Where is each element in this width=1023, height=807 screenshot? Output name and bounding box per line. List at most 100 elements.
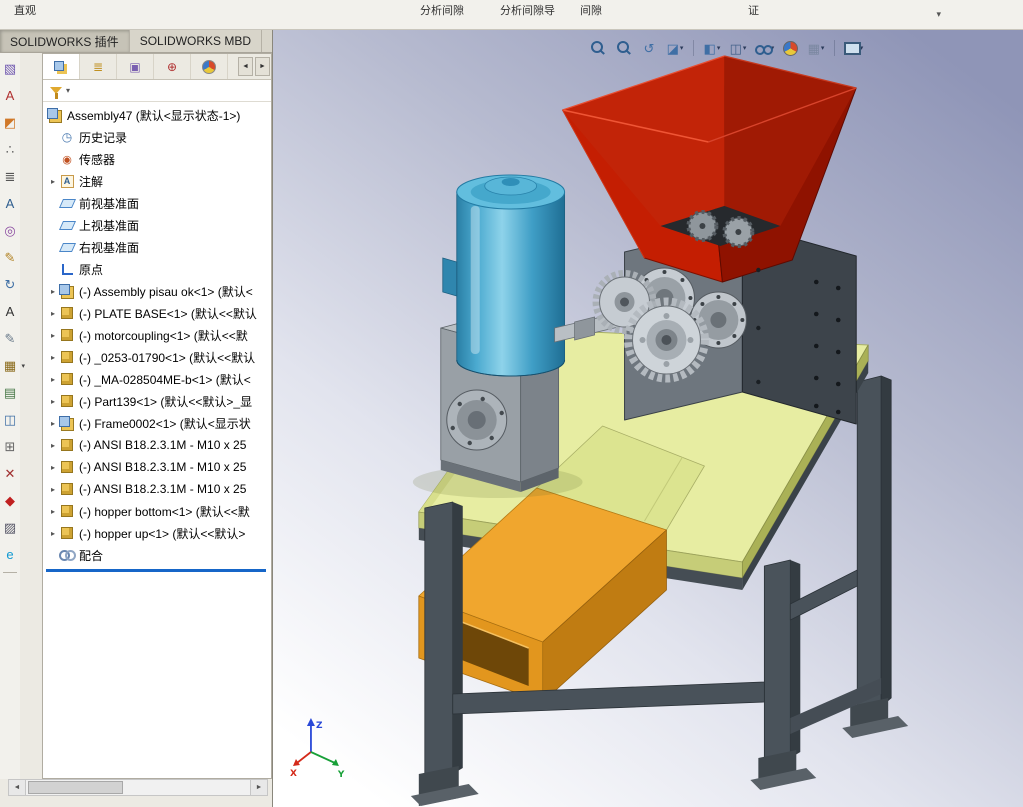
visualize-icon-button[interactable]: ▧ (1, 59, 19, 77)
tree-item[interactable]: ▸(-) _0253-01790<1> (默认<<默认 (43, 346, 271, 368)
tab-solidworks-mbd[interactable]: SOLIDWORKS MBD (130, 30, 262, 52)
tree-root[interactable]: Assembly47 (默认<显示状态-1>) (43, 104, 271, 126)
pencil-icon-button[interactable]: ✎ (1, 329, 19, 347)
tree-item[interactable]: 上视基准面 (43, 214, 271, 236)
filter-dropdown-icon[interactable]: ▾ (66, 86, 70, 95)
tree-item[interactable]: ▸ (-) ANSI B18.2.3.1M - M10 x 25 (43, 478, 271, 500)
ribbon: 直观分析间隙分析间隙导间隙证 ▾ (0, 0, 1023, 30)
tree-item[interactable]: 传感器 (43, 148, 271, 170)
tree-item[interactable]: ▸注解 (43, 170, 271, 192)
expand-arrow-icon[interactable]: ▸ (47, 485, 59, 494)
tree-item[interactable]: ▸(-) Assembly pisau ok<1> (默认< (43, 280, 271, 302)
previous-view-icon[interactable]: ↺ (637, 38, 661, 58)
frame-part[interactable] (857, 376, 891, 712)
tree-hscrollbar[interactable]: ◄ ► (8, 779, 268, 796)
note-icon-button[interactable]: A (1, 194, 19, 212)
expand-arrow-icon[interactable]: ▸ (47, 397, 59, 406)
expand-arrow-icon[interactable]: ▸ (47, 287, 59, 296)
mates-icon (59, 547, 75, 563)
displaymanager-tab[interactable] (191, 54, 228, 79)
motor-part[interactable] (443, 175, 565, 376)
toolbar-divider (3, 572, 17, 573)
dropdown-arrow-icon[interactable]: ▾ (680, 44, 684, 52)
list-icon-button[interactable]: ≣ (1, 167, 19, 185)
hide-show-icon[interactable]: ▾ (752, 38, 776, 58)
scrollbar-track[interactable] (26, 780, 250, 795)
tree-item[interactable]: ▸(-) _MA-028504ME-b<1> (默认< (43, 368, 271, 390)
rollback-bar[interactable] (46, 569, 266, 572)
view-settings-icon[interactable]: ▾ (841, 38, 865, 58)
tree-item[interactable]: ▸(-) hopper bottom<1> (默认<<默 (43, 500, 271, 522)
expand-arrow-icon[interactable]: ▸ (47, 375, 59, 384)
scene-svg[interactable]: Z X Y (273, 30, 1023, 807)
panel-tabs (43, 54, 228, 79)
tree-item[interactable]: ▸(-) ANSI B18.2.3.1M - M10 x 25 (43, 434, 271, 456)
coordinate-icon-button[interactable]: ∴ (1, 140, 19, 158)
table-icon: ▦ (4, 359, 16, 372)
apply-scene-icon[interactable]: ▦▾ (804, 38, 828, 58)
display-style-icon[interactable]: ◫▾ (726, 38, 750, 58)
tree-item[interactable]: 历史记录 (43, 126, 271, 148)
featuremanager-tab[interactable] (43, 54, 80, 79)
balloon-icon-button[interactable]: ◎ (1, 221, 19, 239)
expand-arrow-icon[interactable]: ▸ (47, 309, 59, 318)
panel-scroll-right-button[interactable]: ► (255, 57, 270, 76)
trim-icon-button[interactable]: ✕ (1, 464, 19, 482)
tree-item-label: (-) ANSI B18.2.3.1M - M10 x 25 (79, 482, 246, 496)
tree-item[interactable]: 前视基准面 (43, 192, 271, 214)
graphics-area[interactable]: Z X Y ↺◪▾◧▾◫▾▾▦▾▾ (272, 30, 1023, 807)
expand-arrow-icon[interactable]: ▸ (47, 353, 59, 362)
sketch-icon: ✎ (5, 251, 16, 264)
tab-solidworks-addins[interactable]: SOLIDWORKS 插件 (0, 30, 130, 52)
ribbon-overflow-icon[interactable]: ▾ (936, 9, 941, 20)
dropdown-arrow-icon[interactable]: ▾ (821, 44, 825, 52)
tree-item[interactable]: ▸(-) hopper up<1> (默认<<默认> (43, 522, 271, 544)
expand-arrow-icon[interactable]: ▸ (47, 463, 59, 472)
expand-arrow-icon[interactable]: ▸ (47, 177, 59, 186)
edrawings-icon-button[interactable]: e (1, 545, 19, 563)
tree-item[interactable]: 右视基准面 (43, 236, 271, 258)
expand-arrow-icon[interactable]: ▸ (47, 331, 59, 340)
view-orientation-icon[interactable]: ◧▾ (700, 38, 724, 58)
edit-appearance-icon[interactable] (778, 38, 802, 58)
expand-arrow-icon[interactable]: ▸ (47, 419, 59, 428)
appearance-target-icon-button[interactable]: ◩ (1, 113, 19, 131)
dropdown-arrow-icon[interactable]: ▾ (21, 362, 25, 370)
panel-scroll-left-button[interactable]: ◄ (238, 57, 253, 76)
configurationmanager-tab[interactable] (117, 54, 154, 79)
expand-arrow-icon[interactable]: ▸ (47, 441, 59, 450)
propertymanager-tab[interactable] (80, 54, 117, 79)
hatch-icon-button[interactable]: ▨ (1, 518, 19, 536)
text-icon-button[interactable]: A (1, 302, 19, 320)
filter-funnel-icon[interactable] (50, 87, 62, 94)
view-pane-icon-button[interactable]: ◫ (1, 410, 19, 428)
dropdown-arrow-icon[interactable]: ▾ (743, 44, 747, 52)
expand-arrow-icon[interactable]: ▸ (47, 529, 59, 538)
coordinate-icon: ∴ (6, 143, 14, 156)
feature-tree: Assembly47 (默认<显示状态-1>) 历史记录传感器▸注解前视基准面上… (43, 102, 271, 778)
scroll-left-button[interactable]: ◄ (9, 780, 26, 795)
error-icon-button[interactable]: ◆ (1, 491, 19, 509)
dropdown-arrow-icon[interactable]: ▾ (717, 44, 721, 52)
zoom-area-icon[interactable] (611, 38, 635, 58)
spellcheck-icon-button[interactable]: A (1, 86, 19, 104)
zoom-fit-icon[interactable] (585, 38, 609, 58)
sheet-icon-button[interactable]: ▤ (1, 383, 19, 401)
section-view-icon[interactable]: ◪▾ (663, 38, 687, 58)
expand-arrow-icon[interactable]: ▸ (47, 507, 59, 516)
tree-item[interactable]: ▸(-) Frame0002<1> (默认<显示状 (43, 412, 271, 434)
tree-item[interactable]: 原点 (43, 258, 271, 280)
scrollbar-thumb[interactable] (28, 781, 123, 794)
list-icon: ≣ (5, 170, 16, 183)
rotate-icon-button[interactable]: ↻ (1, 275, 19, 293)
tree-item[interactable]: ▸(-) motorcoupling<1> (默认<<默 (43, 324, 271, 346)
grid-icon-button[interactable]: ⊞ (1, 437, 19, 455)
tree-item[interactable]: ▸(-) PLATE BASE<1> (默认<<默认 (43, 302, 271, 324)
sketch-icon-button[interactable]: ✎ (1, 248, 19, 266)
dimxpertmanager-tab[interactable] (154, 54, 191, 79)
table-icon-button[interactable]: ▦▾ (1, 356, 19, 374)
scroll-right-button[interactable]: ► (250, 780, 267, 795)
tree-item[interactable]: ▸(-) ANSI B18.2.3.1M - M10 x 25 (43, 456, 271, 478)
tree-item[interactable]: ▸(-) Part139<1> (默认<<默认>_显 (43, 390, 271, 412)
tree-item[interactable]: 配合 (43, 544, 271, 566)
